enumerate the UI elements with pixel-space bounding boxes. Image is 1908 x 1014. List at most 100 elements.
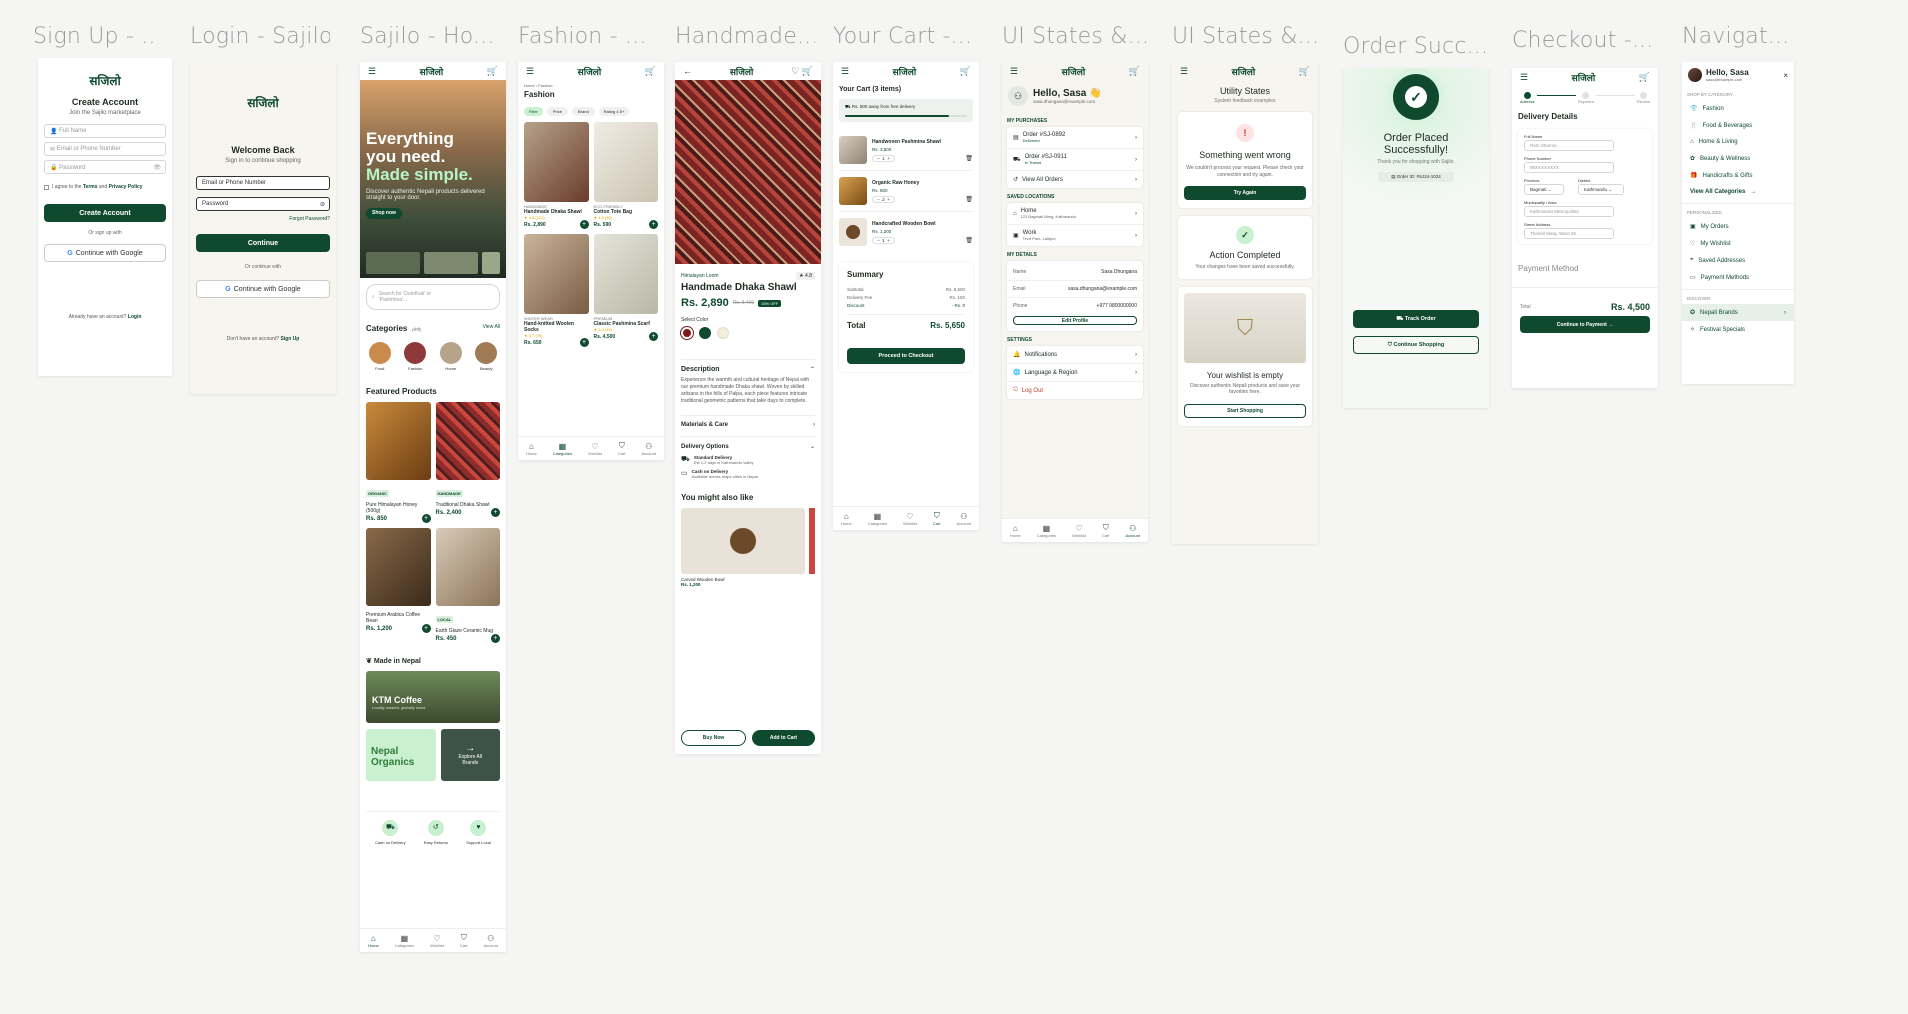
product-card[interactable]: Premium Arabica Coffee Bean Rs. 1,200 + [366,528,431,643]
password-input[interactable]: Password ⊘ [196,197,330,211]
hamburger-icon[interactable]: ☰ [1010,66,1018,77]
cart-icon[interactable]: 🛒 [802,66,813,76]
delivery-accordion[interactable]: Delivery Options ⌄ [681,436,815,450]
add-to-cart-icon[interactable]: + [421,624,431,633]
category-food[interactable]: Food [368,342,391,371]
add-to-cart-icon[interactable]: + [491,508,500,517]
color-swatch-green[interactable] [699,327,711,339]
hamburger-icon[interactable]: ☰ [841,66,849,77]
view-all-orders[interactable]: ↺ View All Orders › [1007,171,1143,188]
ktm-coffee-banner[interactable]: KTM Coffee Locally roasted, globally lov… [366,671,500,723]
cart-icon[interactable]: 🛒 [487,66,498,77]
categories-view-all-link[interactable]: View All [483,324,500,330]
nav-categories[interactable]: ▦ Categories [1037,524,1056,538]
nav-wishlist[interactable]: ♡ Wishlist [588,442,602,456]
add-to-cart-button[interactable]: Add to Cart [752,730,815,746]
recommendation-card[interactable]: Carved Wooden Bowl Rs. 1,200 [681,508,805,587]
full-name-field[interactable]: Ram Sharma [1524,140,1614,151]
hamburger-icon[interactable]: ☰ [368,66,376,77]
location-row[interactable]: ⌂ Home 123 Bagmati Marg, Kathmandu › [1007,203,1143,225]
product-card[interactable]: ECO-FRIENDLY Cotton Tote Bag ★ 4.5 (80) … [593,122,658,229]
menu-item-festival[interactable]: ✧ Festival Specials [1682,321,1794,338]
cart-icon[interactable]: 🛒 [1639,72,1650,83]
start-shopping-button[interactable]: Start Shopping [1184,403,1306,418]
nav-wishlist[interactable]: ♡ Wishlist [1072,524,1086,538]
signup-link[interactable]: Sign Up [280,336,299,342]
cart-icon[interactable]: 🛒 [960,66,971,77]
notifications-row[interactable]: 🔔 Notifications › [1007,346,1143,364]
nav-categories[interactable]: ▦ Categories [395,934,414,948]
menu-item-handicrafts[interactable]: 🎁 Handicrafts & Gifts [1682,167,1794,184]
street-field[interactable]: Thamel Marg, Ward 26 [1524,228,1614,239]
terms-link[interactable]: Terms [83,184,98,190]
order-row[interactable]: ⛟ Order #SJ-0911 In Transit › [1007,149,1143,171]
view-all-categories-link[interactable]: View All Categories → [1682,184,1794,200]
quantity-stepper[interactable]: − 1 + [872,154,895,162]
full-name-input[interactable]: 👤 Full Name [44,124,166,138]
filter-chip[interactable]: Price [546,107,569,116]
hamburger-icon[interactable]: ☰ [1180,66,1188,77]
nav-wishlist[interactable]: ♡ Wishlist [430,934,444,948]
search-input[interactable]: ⌕ Search for 'Dundhak' or 'Pashmina'... [366,284,500,310]
close-icon[interactable]: × [1783,71,1788,80]
continue-shopping-button[interactable]: ⛉ Continue Shopping [1353,336,1479,355]
login-link[interactable]: Login [128,314,142,320]
edit-profile-button[interactable]: Edit Profile [1013,316,1137,325]
back-arrow-icon[interactable]: ← [683,66,692,76]
product-card[interactable]: HANDMADE Traditional Dhaka Shawl Rs. 2,4… [435,402,500,523]
product-card[interactable]: HANDMADE Handmade Dhaka Shawl ★ 4.8 (120… [524,122,589,229]
add-to-cart-icon[interactable]: + [649,332,658,341]
google-signup-button[interactable]: G Continue with Google [44,244,166,262]
menu-item-addresses[interactable]: ⌖ Saved Addresses [1682,252,1794,269]
menu-item-wishlist[interactable]: ♡ My Wishlist [1682,235,1794,252]
nav-account[interactable]: ⚇ Account [484,934,498,948]
municipality-field[interactable]: Kathmandu Metropolitan [1524,206,1614,217]
forgot-password-link[interactable]: Forgot Password? [196,216,330,222]
nav-home[interactable]: ⌂ Home [841,512,852,526]
menu-item-fashion[interactable]: 👕 Fashion [1682,100,1794,117]
trash-icon[interactable]: 🗑 [965,155,973,162]
google-login-button[interactable]: G Continue with Google [196,280,330,298]
nepal-organics-banner[interactable]: Nepal Organics [366,729,436,781]
trash-icon[interactable]: 🗑 [965,237,973,244]
product-card[interactable]: ORGANIC Pure Himalayan Honey (500g) Rs. … [366,402,431,523]
add-to-cart-icon[interactable]: + [579,338,589,347]
eye-off-icon[interactable]: ⊘ [320,201,325,208]
email-phone-input[interactable]: Email or Phone Number [196,176,330,190]
nav-home[interactable]: ⌂ Home [368,934,379,948]
nav-cart[interactable]: ⛉ Cart [460,933,468,948]
password-input[interactable]: 🔒 Password 👁 [44,160,166,174]
cart-icon[interactable]: 🛒 [645,66,656,77]
add-to-cart-icon[interactable]: + [491,634,500,643]
cart-icon[interactable]: 🛒 [1129,66,1140,77]
quantity-stepper[interactable]: − 2 + [872,195,895,203]
phone-field[interactable]: 98XXXXXXXX [1524,162,1614,173]
menu-item-beauty[interactable]: ✿ Beauty & Wellness [1682,150,1794,167]
nav-categories[interactable]: ▦ Categories [553,442,572,456]
color-swatch-maroon[interactable] [681,327,693,339]
nav-cart[interactable]: ⛉ Cart [933,511,941,526]
add-to-cart-icon[interactable]: + [579,220,589,229]
order-row[interactable]: ▤ Order #SJ-0892 Delivered › [1007,127,1143,149]
menu-item-home[interactable]: ⌂ Home & Living [1682,134,1794,150]
filter-chip[interactable]: Filter [524,107,543,116]
chevron-up-icon[interactable]: ⌃ [810,366,815,373]
heart-icon[interactable]: ♡ [791,66,799,76]
district-select[interactable]: Kathmandu ⌄ [1578,184,1624,195]
add-to-cart-icon[interactable]: + [421,514,431,523]
email-phone-input[interactable]: ✉ Email or Phone Number [44,142,166,156]
nav-account[interactable]: ⚇ Account [642,442,656,456]
track-order-button[interactable]: ⛟ Track Order [1353,310,1479,329]
province-select[interactable]: Bagmati ⌄ [1524,184,1564,195]
cart-icon[interactable]: 🛒 [1299,66,1310,77]
product-card[interactable]: WINTER WEAR Hand-knitted Woolen Socks ★ … [524,234,589,347]
trash-icon[interactable]: 🗑 [965,196,973,203]
create-account-button[interactable]: Create Account [44,204,166,222]
product-card[interactable]: PREMIUM Classic Pashmina Scarf ★ 5.0 (45… [593,234,658,347]
nav-account[interactable]: ⚇ Account [957,512,971,526]
category-fashion[interactable]: Fashion [404,342,427,371]
terms-checkbox[interactable] [44,184,49,190]
nav-wishlist[interactable]: ♡ Wishlist [903,512,917,526]
proceed-checkout-button[interactable]: Proceed to Checkout [847,348,965,364]
filter-chip[interactable]: Brand [572,107,595,116]
